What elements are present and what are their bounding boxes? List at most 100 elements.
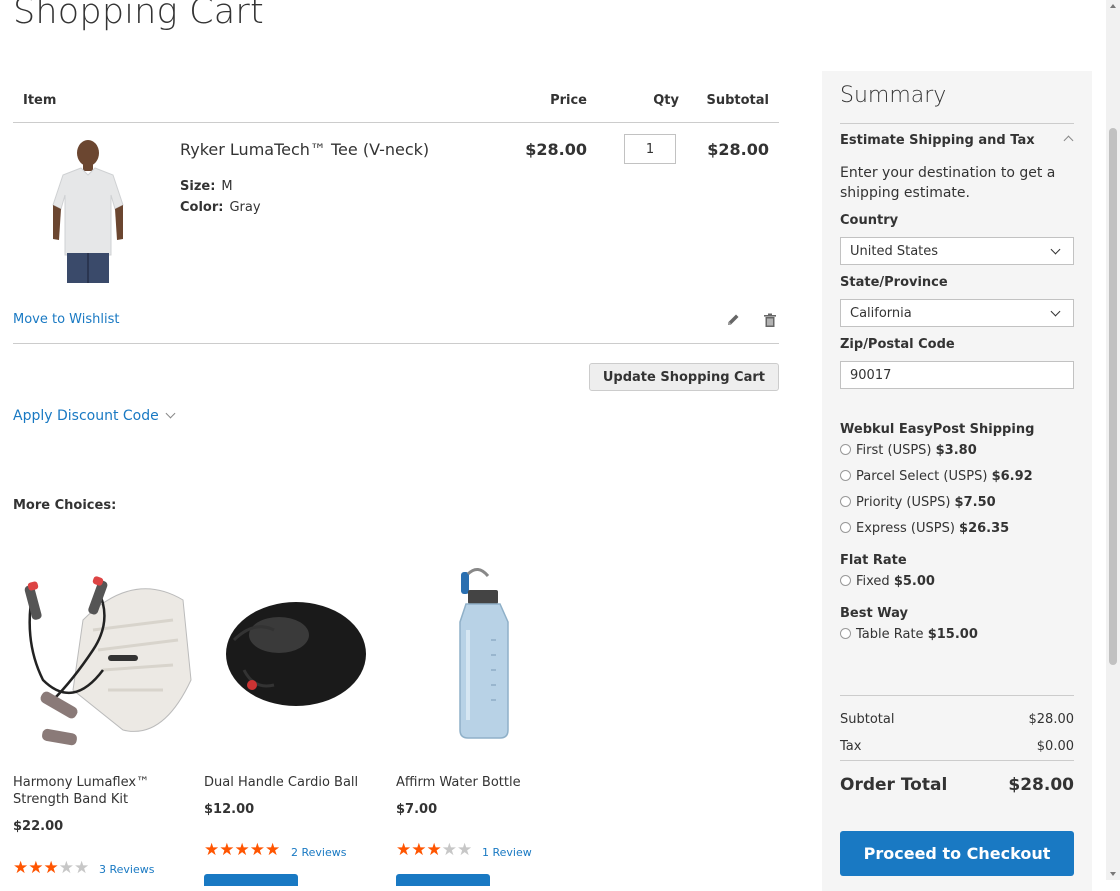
order-total-value: $28.00 bbox=[1008, 775, 1074, 795]
radio-button[interactable] bbox=[840, 496, 851, 507]
item-divider bbox=[13, 343, 779, 344]
country-select[interactable]: United States bbox=[840, 237, 1074, 265]
radio-button[interactable] bbox=[840, 470, 851, 481]
chevron-up-icon[interactable] bbox=[1063, 135, 1074, 146]
reviews-link[interactable]: 1 Review bbox=[482, 846, 532, 859]
rate-label: Parcel Select (USPS) bbox=[856, 469, 988, 484]
scroll-thumb[interactable] bbox=[1109, 128, 1117, 665]
col-header-item: Item bbox=[23, 93, 57, 108]
zip-input[interactable] bbox=[840, 361, 1074, 389]
option-value: M bbox=[221, 179, 233, 194]
col-header-qty: Qty bbox=[653, 93, 679, 108]
carrier-title: Flat Rate bbox=[840, 553, 907, 568]
reviews-link[interactable]: 3 Reviews bbox=[99, 863, 154, 876]
rate-price: $7.50 bbox=[954, 495, 996, 510]
option-color: Color: Gray bbox=[180, 200, 261, 215]
state-value: California bbox=[850, 306, 912, 321]
rate-price: $3.80 bbox=[935, 443, 977, 458]
product-image[interactable] bbox=[204, 560, 384, 750]
estimate-description: Enter your destination to get a shipping… bbox=[840, 165, 1056, 201]
rate-label: Priority (USPS) bbox=[856, 495, 951, 510]
summary-title: Summary bbox=[840, 83, 947, 108]
country-value: United States bbox=[850, 244, 939, 259]
radio-button[interactable] bbox=[840, 628, 851, 639]
rate-price: $15.00 bbox=[927, 627, 978, 642]
subtotal-label: Subtotal bbox=[840, 712, 895, 727]
chevron-down-icon bbox=[165, 408, 176, 419]
rate-price: $6.92 bbox=[991, 469, 1033, 484]
pencil-icon[interactable] bbox=[725, 312, 741, 328]
rate-label: Table Rate bbox=[856, 627, 924, 642]
trash-icon[interactable] bbox=[762, 312, 778, 328]
col-header-subtotal: Subtotal bbox=[706, 93, 769, 108]
rate-price: $26.35 bbox=[959, 521, 1010, 536]
page-title: Shopping Cart bbox=[13, 0, 264, 32]
item-price: $28.00 bbox=[525, 140, 587, 159]
header-divider bbox=[13, 122, 779, 123]
radio-button[interactable] bbox=[840, 522, 851, 533]
shipping-rate-option[interactable]: Parcel Select (USPS) $6.92 bbox=[840, 469, 1033, 484]
item-subtotal: $28.00 bbox=[707, 140, 769, 159]
rate-label: Express (USPS) bbox=[856, 521, 955, 536]
proceed-to-checkout-button[interactable]: Proceed to Checkout bbox=[840, 831, 1074, 876]
update-cart-button[interactable]: Update Shopping Cart bbox=[588, 363, 779, 391]
state-select[interactable]: California bbox=[840, 299, 1074, 327]
page-scrollbar[interactable] bbox=[1106, 0, 1120, 880]
rate-price: $5.00 bbox=[893, 574, 935, 589]
shipping-rate-option[interactable]: Priority (USPS) $7.50 bbox=[840, 495, 996, 510]
reviews-link[interactable]: 2 Reviews bbox=[291, 846, 346, 859]
rating-stars: ★★★★★ bbox=[396, 840, 473, 860]
product-photo[interactable] bbox=[23, 135, 153, 290]
shipping-rate-option[interactable]: First (USPS) $3.80 bbox=[840, 443, 977, 458]
chevron-down-icon bbox=[1050, 306, 1061, 317]
state-label: State/Province bbox=[840, 275, 948, 290]
col-header-price: Price bbox=[550, 93, 587, 108]
cart-summary: Summary Estimate Shipping and Tax Enter … bbox=[822, 71, 1092, 891]
shipping-rate-option[interactable]: Express (USPS) $26.35 bbox=[840, 521, 1009, 536]
apply-discount-toggle[interactable]: Apply Discount Code bbox=[13, 408, 176, 424]
subtotal-value: $28.00 bbox=[1028, 712, 1075, 727]
product-price: $7.00 bbox=[396, 802, 438, 817]
rating-stars: ★★★★★ bbox=[204, 840, 281, 860]
zip-label: Zip/Postal Code bbox=[840, 337, 955, 352]
crosssell-product: Harmony Lumaflex™ Strength Band Kit $22.… bbox=[13, 560, 193, 878]
tax-label: Tax bbox=[840, 739, 862, 754]
rating-stars: ★★★★★ bbox=[13, 858, 90, 878]
totals-divider bbox=[840, 695, 1074, 696]
add-to-cart-button[interactable] bbox=[204, 874, 298, 886]
option-label: Color: bbox=[180, 200, 224, 215]
crosssell-product: Affirm Water Bottle $7.00 ★★★★★ 1 Review bbox=[396, 560, 576, 886]
shipping-rate-option[interactable]: Fixed $5.00 bbox=[840, 574, 935, 589]
order-total-label: Order Total bbox=[840, 775, 948, 795]
option-label: Size: bbox=[180, 179, 216, 194]
scroll-up-arrow-icon[interactable] bbox=[1110, 4, 1116, 8]
order-total-divider bbox=[840, 760, 1074, 761]
qty-input[interactable] bbox=[624, 134, 676, 164]
add-to-cart-button[interactable] bbox=[396, 874, 490, 886]
radio-button[interactable] bbox=[840, 444, 851, 455]
summary-divider bbox=[840, 123, 1074, 124]
product-name-link[interactable]: Affirm Water Bottle bbox=[396, 774, 576, 791]
order-total-row: Order Total $28.00 bbox=[840, 775, 1074, 795]
crosssell-product: Dual Handle Cardio Ball $12.00 ★★★★★ 2 R… bbox=[204, 560, 384, 886]
chevron-down-icon bbox=[1050, 244, 1061, 255]
option-size: Size: M bbox=[180, 179, 233, 194]
scroll-down-arrow-icon[interactable] bbox=[1110, 872, 1116, 876]
rate-label: Fixed bbox=[856, 574, 890, 589]
carrier-title: Best Way bbox=[840, 606, 908, 621]
move-to-wishlist-link[interactable]: Move to Wishlist bbox=[13, 312, 119, 327]
subtotal-row: Subtotal $28.00 bbox=[840, 712, 1074, 727]
product-image[interactable] bbox=[396, 560, 576, 750]
product-name-link[interactable]: Dual Handle Cardio Ball bbox=[204, 774, 384, 791]
tax-value: $0.00 bbox=[1036, 739, 1074, 754]
rate-label: First (USPS) bbox=[856, 443, 932, 458]
product-name-link[interactable]: Harmony Lumaflex™ Strength Band Kit bbox=[13, 774, 193, 808]
country-label: Country bbox=[840, 213, 899, 228]
option-value: Gray bbox=[229, 200, 261, 215]
product-price: $22.00 bbox=[13, 819, 64, 834]
shipping-rate-option[interactable]: Table Rate $15.00 bbox=[840, 627, 978, 642]
radio-button[interactable] bbox=[840, 575, 851, 586]
product-name-link[interactable]: Ryker LumaTech™ Tee (V-neck) bbox=[180, 140, 429, 159]
product-image[interactable] bbox=[13, 560, 193, 750]
estimate-shipping-toggle[interactable]: Estimate Shipping and Tax bbox=[840, 133, 1035, 148]
